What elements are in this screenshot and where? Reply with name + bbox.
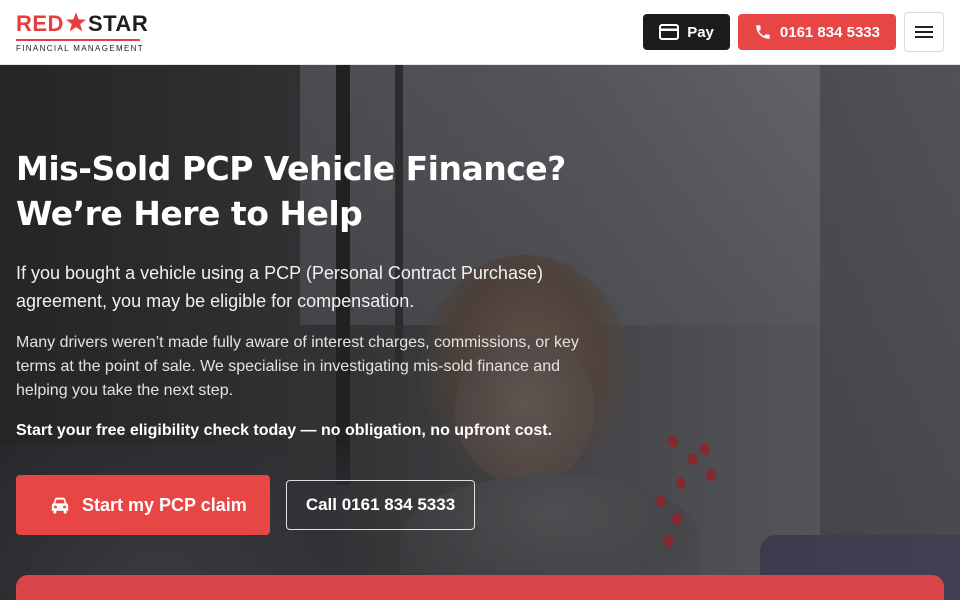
brand-logo[interactable]: RED STAR FINANCIAL MANAGEMENT [16, 11, 148, 53]
site-header: RED STAR FINANCIAL MANAGEMENT Pay 0161 8… [0, 0, 960, 65]
car-icon [51, 497, 69, 514]
hero-section: Mis-Sold PCP Vehicle Finance? We’re Here… [0, 65, 960, 600]
call-button[interactable]: Call 0161 834 5333 [286, 480, 475, 530]
hero-body-paragraph: Many drivers weren’t made fully aware of… [16, 334, 579, 399]
hero-lead-paragraph: If you bought a vehicle using a PCP (Per… [16, 263, 543, 311]
pay-label: Pay [687, 23, 714, 41]
logo-word-dark: STAR [87, 10, 149, 36]
hamburger-menu-icon [915, 26, 933, 38]
logo-divider [16, 39, 140, 41]
form-panel-top [16, 575, 944, 600]
phone-icon [756, 25, 770, 39]
start-claim-button[interactable]: Start my PCP claim [16, 475, 270, 535]
call-button-label: Call 0161 834 5333 [305, 495, 456, 514]
phone-button[interactable]: 0161 834 5333 [737, 14, 896, 50]
logo-word-red: RED [16, 10, 64, 36]
pay-button[interactable]: Pay [643, 14, 730, 50]
credit-card-icon [659, 24, 680, 40]
hero-cta-text: Start your free eligibility check today … [16, 422, 553, 439]
start-claim-label: Start my PCP claim [82, 494, 247, 515]
hero-title-line-1: Mis-Sold PCP Vehicle Finance? [16, 149, 566, 188]
hero-title: Mis-Sold PCP Vehicle Finance? We’re Here… [16, 146, 576, 236]
star-icon [65, 12, 87, 32]
phone-label: 0161 834 5333 [779, 23, 880, 41]
header-actions: Pay 0161 834 5333 [643, 12, 944, 52]
logo-tagline: FINANCIAL MANAGEMENT [16, 44, 145, 53]
menu-button[interactable] [904, 12, 944, 52]
logo-wordmark: RED STAR [16, 11, 148, 36]
hero-title-line-2: We’re Here to Help [16, 194, 363, 233]
